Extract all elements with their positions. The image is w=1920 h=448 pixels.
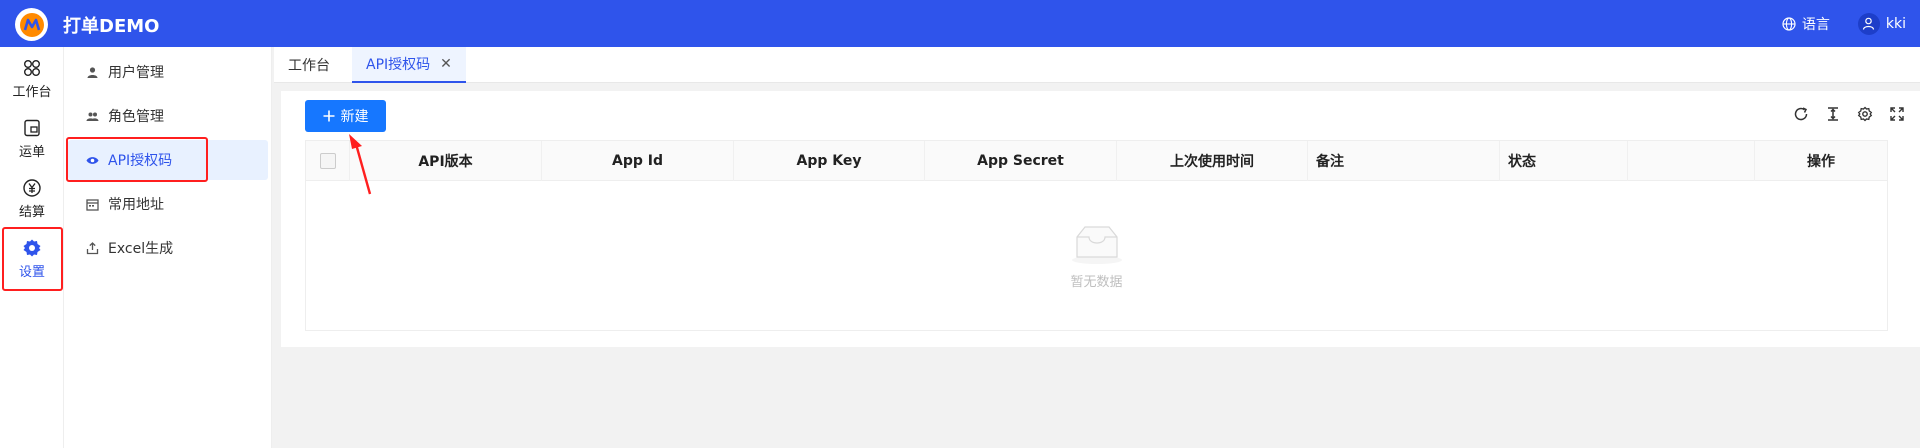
table-header: API版本 App Id App Key App Secret 上次使用时间 备… [306, 141, 1887, 181]
app-logo[interactable] [15, 8, 48, 41]
rail-item-waybill[interactable]: 运单 [0, 109, 64, 169]
empty-text: 暂无数据 [1070, 274, 1123, 290]
user-icon [87, 66, 98, 78]
column-settings-icon[interactable] [1856, 105, 1874, 123]
empty-inbox-icon [1071, 225, 1122, 264]
column-header[interactable]: App Secret [925, 141, 1117, 181]
density-icon[interactable] [1824, 105, 1842, 123]
column-header[interactable]: API版本 [350, 141, 542, 181]
rail-label: 结算 [18, 205, 45, 220]
waybill-icon [24, 119, 40, 137]
logo-icon [19, 12, 44, 37]
plus-icon [323, 110, 334, 122]
reload-icon[interactable] [1792, 105, 1810, 123]
settlement-icon [23, 179, 41, 197]
app-title: 打单DEMO [63, 16, 160, 37]
top-header: 打单DEMO 语言 kki [0, 0, 1920, 47]
calendar-icon [86, 198, 99, 211]
highlight-box-settings [2, 227, 63, 291]
page-tabs: 工作台 API授权码 ✕ [274, 47, 1920, 83]
rail-label: 运单 [18, 145, 45, 160]
new-button[interactable]: 新建 [305, 100, 386, 132]
tab-api-auth-code[interactable]: API授权码 ✕ [352, 47, 466, 83]
select-all-cell [306, 141, 350, 181]
user-avatar-icon [1863, 17, 1875, 30]
column-header[interactable]: App Id [542, 141, 734, 181]
api-table: API版本 App Id App Key App Secret 上次使用时间 备… [305, 140, 1888, 331]
icon-rail: 工作台 运单 结算 设置 [0, 47, 64, 448]
select-all-checkbox[interactable] [319, 153, 336, 169]
tab-label: 工作台 [288, 58, 330, 74]
submenu-label: 角色管理 [108, 109, 164, 125]
workbench-icon [24, 60, 40, 76]
tab-workbench[interactable]: 工作台 [274, 47, 344, 83]
new-button-label: 新建 [340, 109, 369, 125]
avatar [1857, 12, 1880, 35]
submenu-item-user-management[interactable]: 用户管理 [64, 52, 268, 92]
content-card: 新建 API版本 App Id App Key App Secret 上次使用时… [281, 91, 1920, 347]
table-toolbar [1792, 105, 1906, 123]
highlight-box-api-auth [66, 137, 208, 182]
submenu-item-common-address[interactable]: 常用地址 [64, 184, 268, 224]
column-header[interactable]: 上次使用时间 [1117, 141, 1308, 181]
rail-item-settlement[interactable]: 结算 [0, 169, 64, 229]
column-header[interactable]: 备注 [1308, 141, 1500, 181]
language-label: 语言 [1801, 16, 1830, 33]
export-icon [86, 241, 99, 254]
column-header[interactable]: App Key [734, 141, 925, 181]
submenu-label: Excel生成 [108, 241, 174, 257]
empty-state: 暂无数据 [306, 181, 1887, 331]
submenu-item-excel-generate[interactable]: Excel生成 [64, 228, 268, 268]
submenu-item-role-management[interactable]: 角色管理 [64, 96, 268, 136]
column-header[interactable]: 状态 [1500, 141, 1628, 181]
rail-label: 工作台 [12, 85, 52, 100]
team-icon [86, 112, 99, 121]
tab-label: API授权码 [366, 57, 431, 73]
submenu-label: 常用地址 [108, 197, 164, 213]
user-name: kki [1885, 15, 1906, 32]
user-menu[interactable]: kki [1857, 12, 1906, 35]
language-switch[interactable]: 语言 [1782, 14, 1830, 34]
settings-submenu: 用户管理 角色管理 API授权码 常用地址 Excel生成 [64, 47, 272, 448]
globe-icon [1782, 16, 1796, 31]
close-icon[interactable]: ✕ [440, 56, 452, 72]
column-header: 操作 [1807, 154, 1835, 170]
submenu-label: 用户管理 [108, 65, 164, 81]
rail-item-workbench[interactable]: 工作台 [0, 49, 64, 109]
column-header [1628, 141, 1755, 181]
fullscreen-icon[interactable] [1888, 105, 1906, 123]
